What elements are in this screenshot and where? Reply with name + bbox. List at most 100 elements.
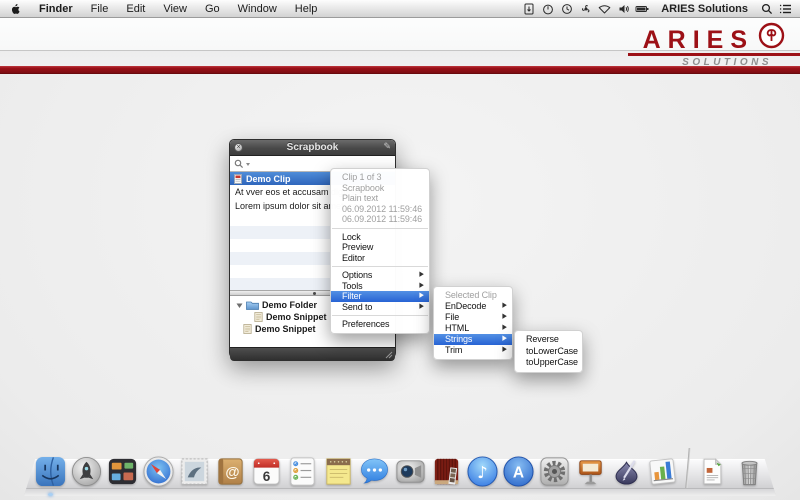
- menu-item-strings[interactable]: Strings▶: [434, 334, 512, 345]
- menu-item-preview[interactable]: Preview: [331, 242, 429, 253]
- apple-menu[interactable]: [0, 0, 30, 17]
- clip-row-label: Demo Clip: [246, 174, 291, 184]
- dock-item-keynote[interactable]: [574, 455, 607, 488]
- aries-logo-title: ARIES: [643, 26, 754, 55]
- menu-item-touppercase[interactable]: toUpperCase: [515, 357, 582, 369]
- dock-item-reminders[interactable]: [286, 455, 319, 488]
- menu-item-lock[interactable]: Lock: [331, 232, 429, 243]
- dock-item-messages[interactable]: [358, 455, 391, 488]
- menubar-item-go[interactable]: Go: [196, 0, 229, 17]
- menu-item-reverse[interactable]: Reverse: [515, 334, 582, 346]
- menu-item-modified-date: 06.09.2012 11:59:46: [331, 214, 429, 225]
- app-store-icon: A: [502, 455, 535, 488]
- dock-item-facetime[interactable]: [394, 455, 427, 488]
- status-text[interactable]: ARIES Solutions: [653, 3, 756, 15]
- aries-logo-subtitle: SOLUTIONS: [682, 57, 772, 68]
- facetime-icon: [394, 455, 427, 488]
- dock-item-documents[interactable]: [697, 455, 730, 488]
- finder-icon: [34, 455, 67, 488]
- svg-text:6: 6: [263, 469, 271, 484]
- dock-item-notes[interactable]: [322, 455, 355, 488]
- trash-icon: [733, 455, 766, 488]
- menu-bar: Finder File Edit View Go Window Help: [0, 0, 800, 18]
- notification-center-icon[interactable]: [777, 0, 794, 17]
- menu-item-tolowercase[interactable]: toLowerCase: [515, 346, 582, 358]
- menu-item-send-to[interactable]: Send to▶: [331, 302, 429, 313]
- keynote-icon: [574, 455, 607, 488]
- menu-item-scrapbook-info: Scrapbook: [331, 183, 429, 194]
- strings-submenu: Reverse toLowerCase toUpperCase: [514, 330, 583, 373]
- notes-icon: [322, 455, 355, 488]
- menubar-item-finder[interactable]: Finder: [30, 0, 82, 17]
- menu-separator: [332, 228, 428, 229]
- window-edit-icon[interactable]: ✎: [383, 141, 391, 152]
- menubar-item-help[interactable]: Help: [286, 0, 327, 17]
- menu-item-html[interactable]: HTML▶: [434, 323, 512, 334]
- window-close-button[interactable]: ×: [234, 143, 243, 152]
- system-preferences-icon: [538, 455, 571, 488]
- dock-item-mail[interactable]: [178, 455, 211, 488]
- battery-icon[interactable]: [634, 0, 651, 17]
- dock-item-app-store[interactable]: A: [502, 455, 535, 488]
- dock-item-system-preferences[interactable]: [538, 455, 571, 488]
- disclosure-triangle-icon[interactable]: [236, 302, 243, 309]
- menu-separator: [332, 266, 428, 267]
- dock-separator: [685, 448, 690, 488]
- reminders-icon: [286, 455, 319, 488]
- dock-item-calendar[interactable]: 6: [250, 455, 283, 488]
- menubar-item-window[interactable]: Window: [229, 0, 286, 17]
- menubar-item-file[interactable]: File: [82, 0, 118, 17]
- messages-icon: [358, 455, 391, 488]
- menu-separator: [332, 315, 428, 316]
- submenu-arrow-icon: ▶: [502, 344, 507, 357]
- svg-text:@: @: [225, 465, 239, 481]
- document-sync-icon[interactable]: [520, 0, 537, 17]
- dock-item-safari[interactable]: [142, 455, 175, 488]
- dock-item-contacts[interactable]: @: [214, 455, 247, 488]
- numbers-icon: [646, 455, 679, 488]
- menu-item-created-date: 06.09.2012 11:59:46: [331, 204, 429, 215]
- fan-icon[interactable]: [577, 0, 594, 17]
- menu-item-filter[interactable]: Filter▶: [331, 291, 429, 302]
- dock-item-pages[interactable]: [610, 455, 643, 488]
- context-menu: Clip 1 of 3 Scrapbook Plain text 06.09.2…: [330, 168, 430, 334]
- snippet-label: Demo Snippet: [266, 312, 327, 322]
- dock-item-photo-booth[interactable]: [430, 455, 463, 488]
- menu-item-editor[interactable]: Editor: [331, 253, 429, 264]
- menu-item-options[interactable]: Options▶: [331, 270, 429, 281]
- timer-icon[interactable]: [539, 0, 556, 17]
- dock-item-finder[interactable]: [34, 455, 67, 488]
- ram-emblem-icon: [758, 22, 785, 49]
- folder-icon: [246, 300, 259, 310]
- menubar-item-view[interactable]: View: [154, 0, 196, 17]
- menu-item-trim[interactable]: Trim▶: [434, 345, 512, 356]
- document-icon: [697, 455, 727, 488]
- time-machine-icon[interactable]: [558, 0, 575, 17]
- spotlight-search-icon[interactable]: [758, 0, 775, 17]
- dock-item-launchpad[interactable]: [70, 455, 103, 488]
- snippet-icon: [254, 312, 263, 322]
- launchpad-icon: [70, 455, 103, 488]
- menu-item-endecode[interactable]: EnDecode▶: [434, 301, 512, 312]
- dock-item-itunes[interactable]: ♪: [466, 455, 499, 488]
- volume-icon[interactable]: [615, 0, 632, 17]
- contacts-icon: @: [214, 455, 247, 488]
- menu-item-tools[interactable]: Tools▶: [331, 281, 429, 292]
- submenu-arrow-icon: ▶: [419, 300, 424, 313]
- aries-logo-underline: [628, 53, 800, 56]
- dock-item-mission-control[interactable]: [106, 455, 139, 488]
- menubar-item-edit[interactable]: Edit: [117, 0, 154, 17]
- svg-text:A: A: [513, 464, 524, 481]
- filter-submenu: Selected Clip EnDecode▶ File▶ HTML▶ Stri…: [433, 286, 513, 360]
- dock-item-trash[interactable]: [733, 455, 766, 488]
- window-titlebar[interactable]: × Scrapbook ✎: [230, 140, 395, 156]
- menu-item-preferences[interactable]: Preferences: [331, 319, 429, 330]
- wifi-icon[interactable]: [596, 0, 613, 17]
- menu-item-plaintext-info: Plain text: [331, 193, 429, 204]
- dock-item-numbers[interactable]: [646, 455, 679, 488]
- menu-item-selected-clip: Selected Clip: [434, 290, 512, 301]
- photo-booth-icon: [430, 455, 463, 488]
- resize-grip[interactable]: [384, 350, 393, 359]
- search-scope-chevron-icon: [245, 161, 251, 167]
- menu-item-file[interactable]: File▶: [434, 312, 512, 323]
